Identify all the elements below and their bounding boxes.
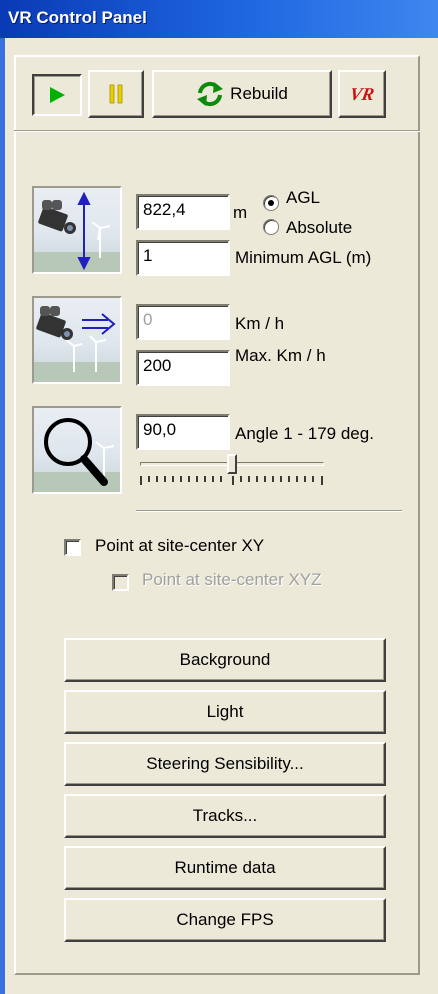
point-site-center-xy-label[interactable]: Point at site-center XY <box>95 536 264 556</box>
window-border <box>0 38 5 994</box>
refresh-icon <box>197 81 224 107</box>
point-site-center-xy-checkbox[interactable] <box>64 539 81 556</box>
agl-radio[interactable] <box>263 195 279 211</box>
camera-height-input[interactable]: 822,4 <box>136 194 230 230</box>
point-site-center-xyz-label[interactable]: Point at site-center XYZ <box>142 570 322 590</box>
current-speed-label: Km / h <box>235 314 285 333</box>
pause-button[interactable] <box>88 70 144 118</box>
camera-forward-icon <box>34 306 120 382</box>
tracks-button[interactable]: Tracks... <box>64 794 386 838</box>
view-angle-slider[interactable] <box>140 454 324 490</box>
pause-icon <box>109 84 123 104</box>
play-icon <box>50 87 65 103</box>
minimum-agl-input[interactable]: 1 <box>136 240 230 276</box>
vr-logo-icon: VR <box>348 83 376 104</box>
point-site-center-xyz-checkbox[interactable] <box>112 574 129 591</box>
absolute-radio[interactable] <box>263 219 279 235</box>
play-button[interactable] <box>32 74 82 116</box>
slider-thumb[interactable] <box>227 454 237 474</box>
slider-ticks <box>140 476 323 485</box>
toolbar-divider <box>14 130 420 132</box>
speed-thumbnail <box>32 296 122 384</box>
background-button[interactable]: Background <box>64 638 386 682</box>
camera-vertical-icon <box>34 191 120 272</box>
window-title: VR Control Panel <box>8 8 147 27</box>
steering-sensibility-button[interactable]: Steering Sensibility... <box>64 742 386 786</box>
view-angle-label: Angle 1 - 179 deg. <box>235 424 374 443</box>
change-fps-button[interactable]: Change FPS <box>64 898 386 942</box>
rebuild-label: Rebuild <box>230 84 288 103</box>
section-divider <box>136 510 402 512</box>
field-of-view-thumbnail <box>32 406 122 494</box>
agl-label: AGL <box>286 188 321 207</box>
max-speed-label: Max. Km / h <box>235 346 326 365</box>
runtime-data-button[interactable]: Runtime data <box>64 846 386 890</box>
minimum-agl-label: Minimum AGL (m) <box>235 248 372 267</box>
height-unit-label: m <box>233 203 248 222</box>
max-speed-input[interactable]: 200 <box>136 350 230 386</box>
magnifier-icon <box>34 418 120 492</box>
current-speed-input[interactable]: 0 <box>136 304 230 340</box>
view-angle-input[interactable]: 90,0 <box>136 414 230 450</box>
light-button[interactable]: Light <box>64 690 386 734</box>
absolute-label: Absolute <box>286 218 353 237</box>
camera-height-thumbnail <box>32 186 122 274</box>
rebuild-button[interactable]: Rebuild <box>152 70 332 118</box>
vr-logo-button[interactable]: VR <box>338 70 386 118</box>
